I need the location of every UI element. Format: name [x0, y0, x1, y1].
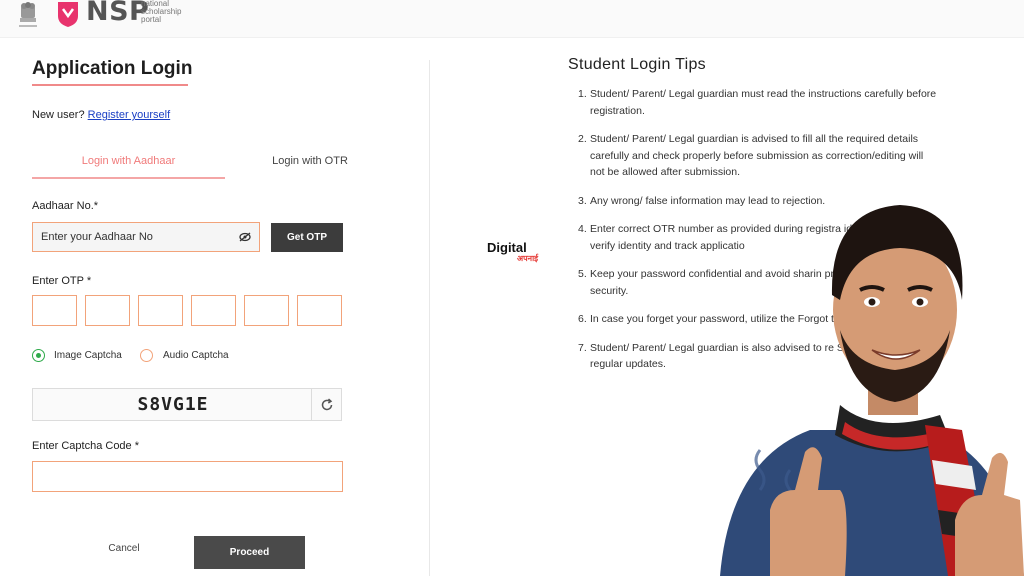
audio-captcha-label: Audio Captcha: [163, 350, 229, 361]
new-user-line: New user? Register yourself: [32, 109, 170, 121]
tab-login-aadhaar[interactable]: Login with Aadhaar: [32, 155, 225, 167]
watermark-sub-text: अपनाई: [517, 254, 539, 263]
proceed-button[interactable]: Proceed: [194, 536, 305, 569]
page-title: Application Login: [32, 58, 193, 79]
otp-input-5[interactable]: [244, 295, 289, 326]
tips-title: Student Login Tips: [568, 56, 706, 73]
tip-item: 2. Student/ Parent/ Legal guardian is adv…: [578, 133, 924, 178]
eye-slash-icon[interactable]: [239, 232, 251, 242]
title-underline: [32, 84, 188, 86]
otp-input-3[interactable]: [138, 295, 183, 326]
otp-input-2[interactable]: [85, 295, 130, 326]
nsp-logo-subtitle: national scholarship portal: [141, 0, 182, 24]
aadhaar-input[interactable]: Enter your Aadhaar No: [32, 222, 260, 252]
refresh-icon: [321, 397, 332, 410]
tab-login-otr[interactable]: Login with OTR: [225, 155, 395, 167]
captcha-image: S8VG1E: [32, 388, 342, 421]
captcha-text: S8VG1E: [137, 394, 209, 415]
presenter-photo: [720, 205, 1024, 576]
captcha-code-label: Enter Captcha Code *: [32, 440, 140, 452]
cancel-button[interactable]: Cancel: [94, 543, 154, 554]
vertical-divider: [429, 60, 430, 576]
otp-input-1[interactable]: [32, 295, 77, 326]
top-header: NSP national scholarship portal: [0, 0, 1024, 38]
image-captcha-label: Image Captcha: [54, 350, 122, 361]
otp-input-6[interactable]: [297, 295, 342, 326]
national-emblem-icon: [19, 2, 37, 27]
nsp-logo-text: NSP: [86, 0, 150, 27]
captcha-code-input[interactable]: [32, 461, 343, 492]
captcha-refresh-button[interactable]: [311, 389, 341, 420]
audio-captcha-radio[interactable]: [140, 349, 153, 362]
image-captcha-radio[interactable]: [32, 349, 45, 362]
otp-input-4[interactable]: [191, 295, 236, 326]
aadhaar-placeholder: Enter your Aadhaar No: [41, 231, 153, 243]
aadhaar-label: Aadhaar No.*: [32, 200, 99, 212]
watermark-logo: Digital अपनाई: [487, 240, 547, 266]
get-otp-button[interactable]: Get OTP: [271, 223, 343, 252]
otp-label: Enter OTP *: [32, 275, 92, 287]
nsp-logo-icon[interactable]: [56, 0, 80, 28]
nsp-login-page: NSP national scholarship portal Applicat…: [0, 0, 1024, 576]
tip-item: 1. Student/ Parent/ Legal guardian must r…: [578, 88, 937, 117]
register-link[interactable]: Register yourself: [88, 109, 171, 121]
active-tab-indicator: [32, 177, 225, 179]
new-user-text: New user?: [32, 109, 85, 121]
